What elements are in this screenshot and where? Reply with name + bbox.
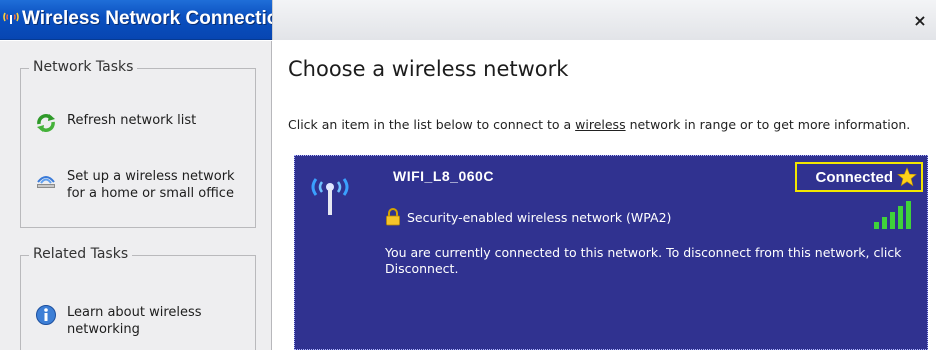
main-pane: Choose a wireless network Click an item …	[273, 41, 936, 350]
wireless-link[interactable]: wireless	[575, 117, 625, 132]
refresh-network-list-task[interactable]: Refresh network list	[35, 112, 196, 134]
task-label: Set up a wireless network for a home or …	[67, 169, 235, 201]
network-tasks-title: Network Tasks	[29, 59, 138, 75]
page-title: Choose a wireless network	[288, 57, 569, 81]
wireless-setup-icon	[37, 176, 55, 188]
instructions-text: Click an item in the list below to conne…	[288, 117, 918, 133]
instructions-part: network in range or to get more informat…	[625, 117, 911, 132]
refresh-icon	[37, 114, 55, 132]
wireless-antenna-icon	[311, 178, 349, 215]
security-info: Security-enabled wireless network (WPA2)	[385, 208, 671, 226]
setup-wireless-network-task[interactable]: Set up a wireless network for a home or …	[35, 168, 250, 202]
lock-icon	[386, 208, 400, 226]
network-tasks-group: Network Tasks Refresh network list Set u…	[20, 59, 256, 228]
title-bar: Wireless Network Connection ×	[0, 0, 936, 40]
connection-status-badge: Connected	[795, 162, 923, 192]
connection-description: You are currently connected to this netw…	[385, 245, 902, 276]
related-tasks-group: Related Tasks Learn about wireless netwo…	[20, 246, 256, 350]
instructions-part: Click an item in the list below to conne…	[288, 117, 576, 132]
task-label: Refresh network list	[67, 113, 197, 128]
security-text: Security-enabled wireless network (WPA2)	[407, 209, 672, 225]
learn-wireless-task[interactable]: Learn about wireless networking	[35, 304, 205, 338]
connection-status: Connected	[815, 168, 893, 186]
related-tasks-title: Related Tasks	[29, 246, 133, 262]
wireless-network-icon	[3, 12, 19, 24]
task-pane: Network Tasks Refresh network list Set u…	[0, 41, 272, 350]
window-title: Wireless Network Connection	[22, 8, 290, 29]
title-bar-extension: ×	[272, 0, 936, 40]
network-list-item[interactable]: WIFI_L8_060C Connected Security-enabled …	[294, 155, 928, 350]
network-ssid: WIFI_L8_060C	[393, 168, 494, 184]
close-icon: ×	[913, 10, 927, 30]
signal-strength-icon	[874, 201, 911, 229]
info-icon	[36, 305, 56, 325]
star-icon	[897, 167, 917, 187]
task-label: Learn about wireless networking	[67, 305, 202, 337]
close-button[interactable]: ×	[910, 9, 930, 31]
